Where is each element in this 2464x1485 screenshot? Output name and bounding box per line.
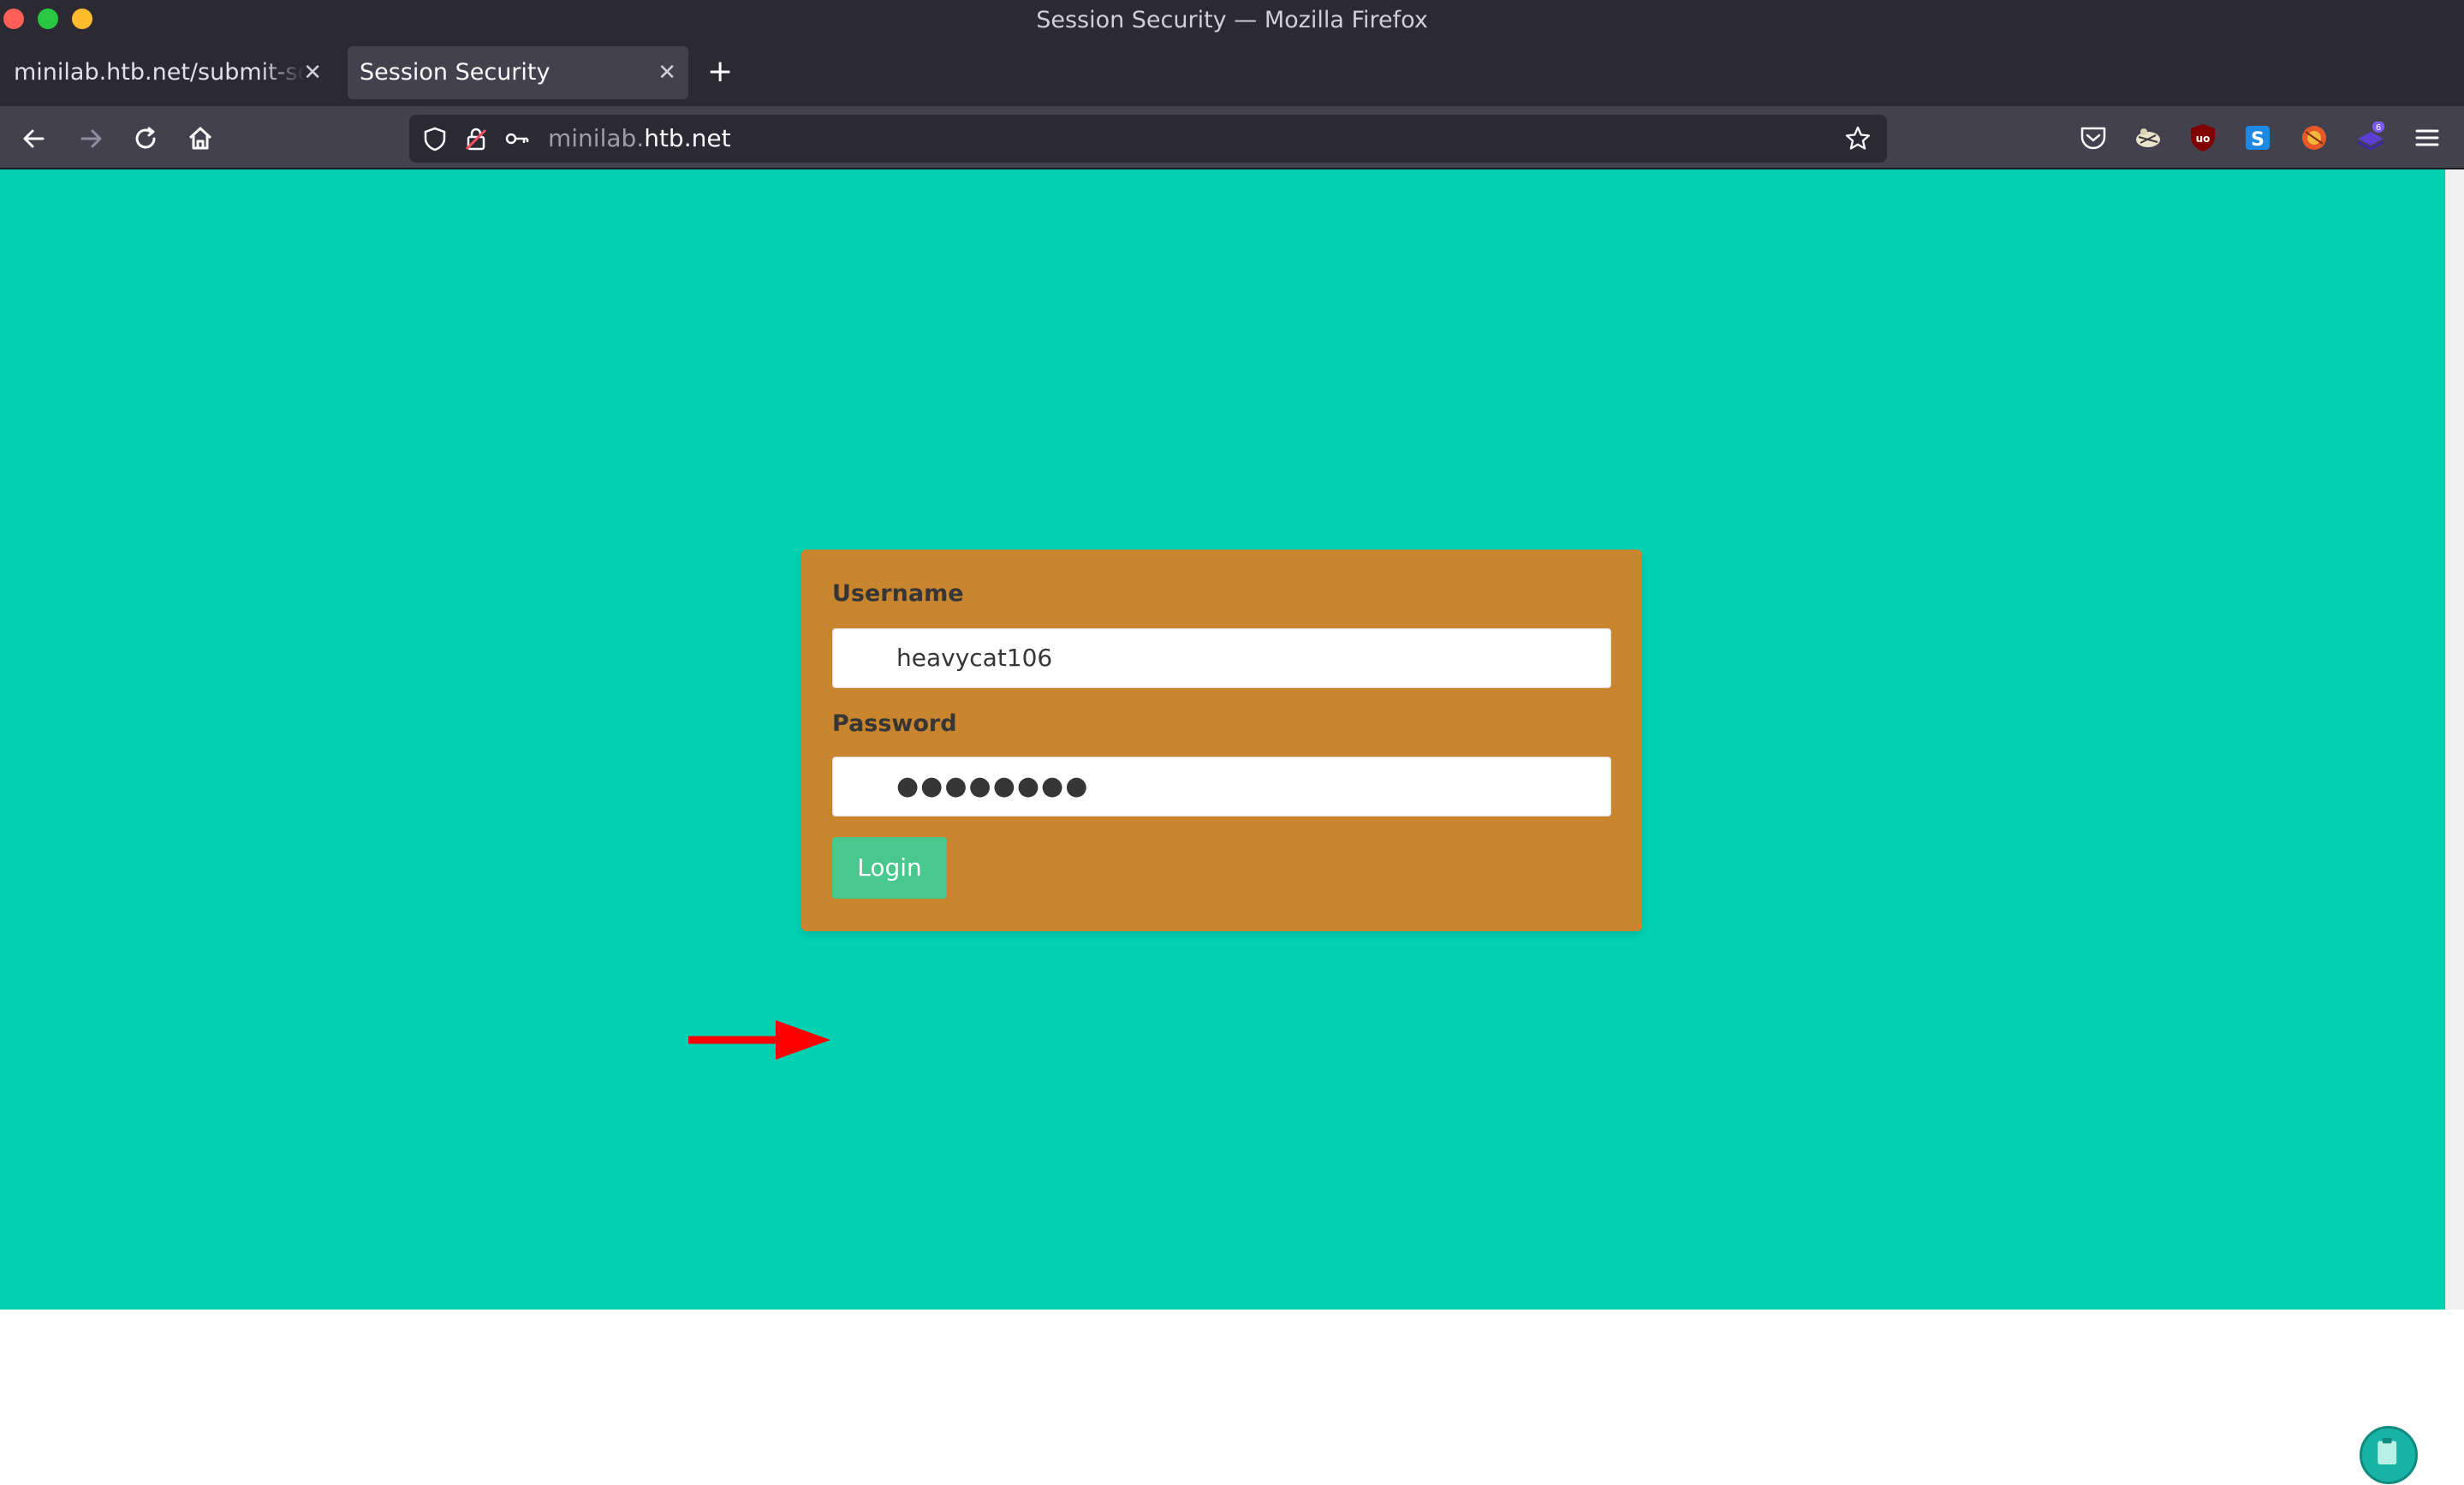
password-label: Password [832,710,957,737]
login-button[interactable]: Login [832,837,947,899]
page-scrollbar[interactable] [2445,169,2464,1310]
username-input[interactable]: heavycat106 [832,628,1611,688]
username-label: Username [832,580,964,607]
url-text[interactable]: minilab.htb.net [548,115,731,163]
bookmark-star-icon[interactable] [1844,125,1872,152]
menu-icon[interactable] [2411,122,2443,154]
tab-label: minilab.htb.net/submit-solut [14,59,305,86]
s-extension-icon[interactable]: S [2241,122,2274,154]
url-bar[interactable]: minilab.htb.net [409,115,1887,163]
notification-count: 6 [2376,123,2381,133]
page-content: Username heavycat106 Password ●●●●●●●● L… [0,169,2445,1484]
url-host-prefix: minilab. [548,124,645,152]
ublock-icon[interactable]: uo [2187,122,2219,154]
fox-extension-icon[interactable] [2298,122,2330,154]
tab-label: Session Security [360,59,551,86]
url-host-domain: htb.net [644,124,731,152]
annotation-arrow-icon [688,1020,830,1060]
close-icon[interactable]: ✕ [303,46,322,99]
login-form: Username heavycat106 Password ●●●●●●●● L… [801,549,1642,931]
close-icon[interactable]: ✕ [658,46,676,99]
home-icon[interactable] [183,122,217,156]
reload-icon[interactable] [128,122,163,156]
clipboard-button[interactable] [2360,1426,2418,1484]
window-titlebar: Session Security — Mozilla Firefox [0,0,2464,43]
lock-insecure-icon[interactable] [462,125,490,152]
new-tab-button[interactable]: + [707,56,733,87]
notification-extension-icon[interactable]: 6 [2354,122,2387,154]
clipboard-icon [2378,1437,2397,1464]
shield-icon[interactable] [421,125,449,152]
tab-session-security[interactable]: Session Security ✕ [348,46,688,99]
back-icon[interactable] [17,122,51,156]
svg-text:uo: uo [2196,133,2211,145]
svg-text:S: S [2251,129,2265,151]
navigation-toolbar: minilab.htb.net uo S 6 [0,106,2464,169]
key-icon[interactable] [503,125,531,152]
pocket-icon[interactable] [2077,122,2110,154]
tab-bar: minilab.htb.net/submit-solut ✕ Session S… [0,43,2464,106]
password-input[interactable]: ●●●●●●●● [832,757,1611,817]
forward-icon[interactable] [74,122,108,156]
extension-icon[interactable] [2132,122,2164,154]
tab-submit-solution[interactable]: minilab.htb.net/submit-solut ✕ [2,46,334,99]
window-title: Session Security — Mozilla Firefox [1036,7,1428,33]
